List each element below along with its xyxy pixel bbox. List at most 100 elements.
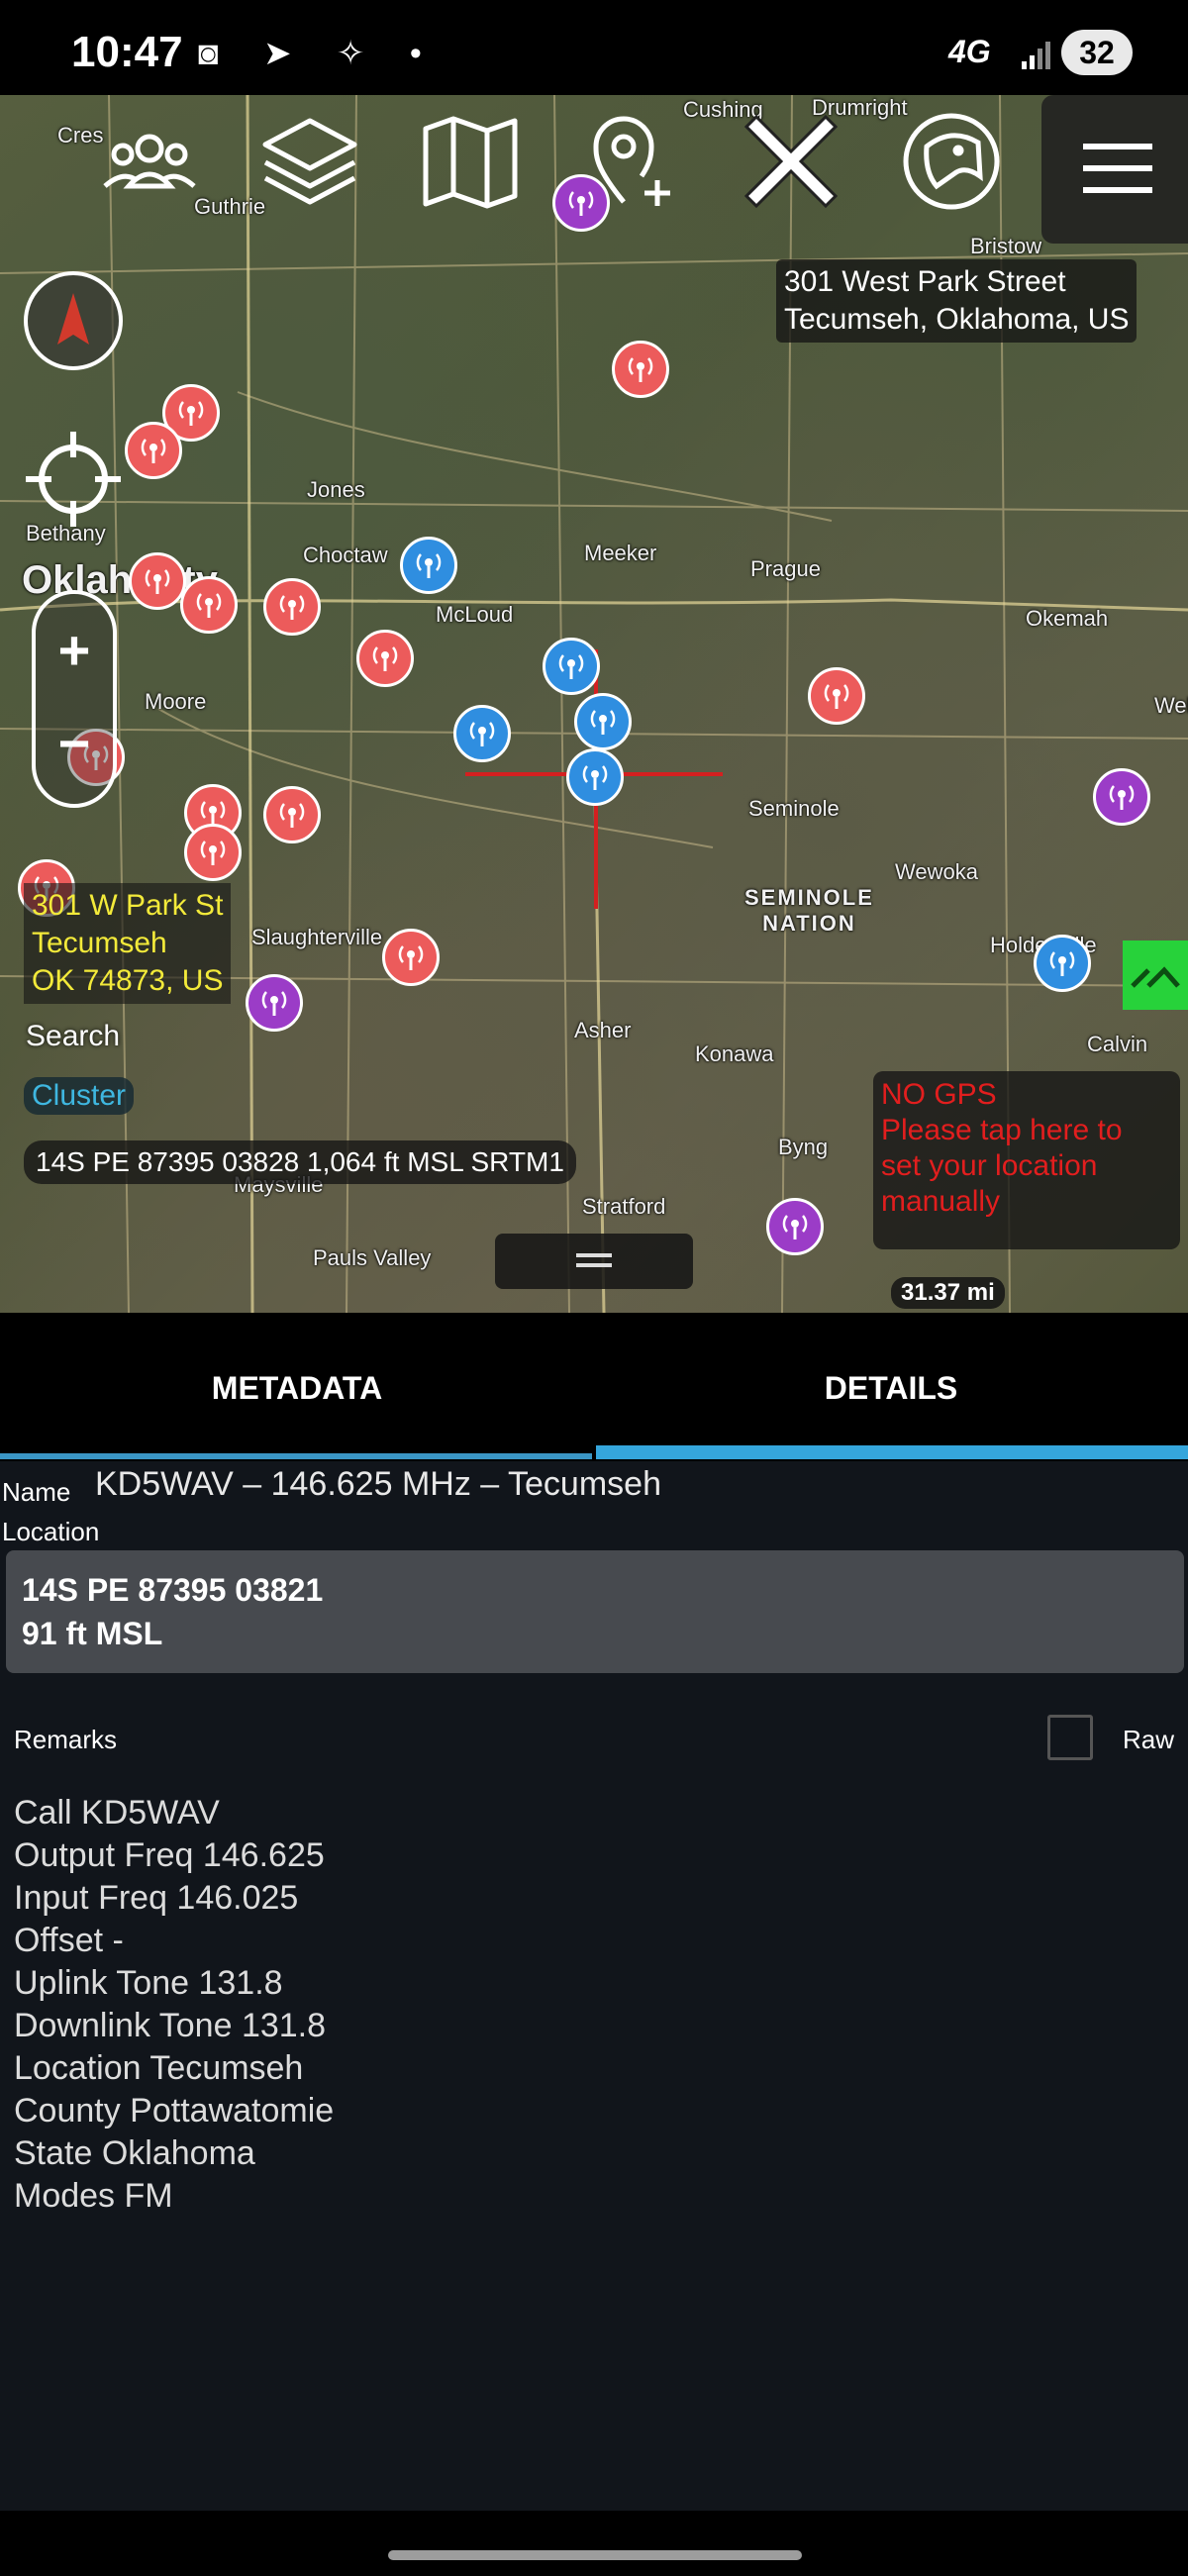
place-pauls-valley: Pauls Valley bbox=[313, 1245, 432, 1270]
place-asher: Asher bbox=[574, 1018, 632, 1042]
place-seminole: Seminole bbox=[748, 796, 840, 821]
no-gps-line: NO GPS bbox=[881, 1078, 997, 1111]
location-label: Location bbox=[2, 1517, 100, 1546]
repeater-pin[interactable] bbox=[382, 929, 440, 986]
zoom-control[interactable]: + − bbox=[32, 590, 117, 808]
address-line: 301 W Park St bbox=[32, 889, 224, 922]
location-elevation: 91 ft MSL bbox=[22, 1616, 163, 1651]
location-mgrs: 14S PE 87395 03821 bbox=[22, 1572, 324, 1608]
repeater-pin[interactable] bbox=[184, 824, 242, 881]
address-line: OK 74873, US bbox=[32, 964, 224, 997]
repeater-pin[interactable] bbox=[129, 552, 186, 610]
repeater-pin[interactable] bbox=[246, 974, 303, 1032]
tab-divider bbox=[0, 1453, 592, 1459]
place-slaughterville: Slaughterville bbox=[251, 925, 383, 949]
scale-bar: 31.37 mi bbox=[891, 1277, 1005, 1309]
remark-line: State Oklahoma bbox=[14, 2134, 255, 2172]
repeater-pin[interactable] bbox=[543, 638, 600, 695]
remark-line: Uplink Tone 131.8 bbox=[14, 1964, 283, 2002]
home-gesture-bar[interactable] bbox=[388, 2550, 802, 2560]
system-nav-bar bbox=[0, 2511, 1188, 2576]
no-gps-line: manually bbox=[881, 1185, 1001, 1218]
signal-icon bbox=[1022, 42, 1050, 69]
place-konawa: Konawa bbox=[695, 1041, 774, 1066]
remark-line: Location Tecumseh bbox=[14, 2049, 304, 2087]
repeater-pin[interactable] bbox=[574, 693, 632, 750]
repeater-pin[interactable] bbox=[808, 667, 865, 725]
close-icon[interactable] bbox=[737, 107, 845, 216]
place-prague: Prague bbox=[750, 556, 821, 581]
no-gps-line: Please tap here to bbox=[881, 1114, 1123, 1146]
place-meeker: Meeker bbox=[584, 541, 657, 565]
compass-icon bbox=[57, 293, 89, 345]
menu-icon[interactable] bbox=[1079, 131, 1156, 208]
layers-icon[interactable] bbox=[255, 107, 364, 216]
place-byng: Byng bbox=[778, 1135, 829, 1159]
repeater-pin[interactable] bbox=[612, 341, 669, 398]
battery-indicator: 32 bbox=[1061, 30, 1133, 75]
raw-checkbox[interactable] bbox=[1047, 1715, 1093, 1760]
handle-line bbox=[576, 1263, 612, 1267]
place-calvin: Calvin bbox=[1087, 1032, 1148, 1056]
repeater-pin[interactable] bbox=[356, 630, 414, 687]
remark-line: Call KD5WAV bbox=[14, 1794, 220, 1832]
place-mcloud: McLoud bbox=[436, 602, 514, 627]
team-icon[interactable] bbox=[95, 107, 204, 216]
place-jones: Jones bbox=[307, 477, 365, 502]
place-bristow: Bristow bbox=[970, 234, 1042, 258]
remark-line: County Pottawatomie bbox=[14, 2092, 335, 2130]
map-icon[interactable] bbox=[416, 107, 525, 216]
map-search-button[interactable]: Search bbox=[26, 1020, 120, 1053]
cluster-toggle[interactable]: Cluster bbox=[24, 1077, 135, 1115]
zoom-in-button[interactable]: + bbox=[36, 618, 113, 682]
status-time: 10:47 bbox=[71, 28, 183, 76]
place-wewoka: Wewoka bbox=[895, 859, 978, 884]
network-type: 4G bbox=[948, 34, 991, 69]
repeater-pin[interactable] bbox=[1034, 935, 1091, 992]
repeater-pin[interactable] bbox=[180, 576, 238, 634]
location-box[interactable]: 14S PE 87395 03821 91 ft MSL bbox=[6, 1550, 1184, 1673]
repeater-pin[interactable] bbox=[263, 578, 321, 636]
active-tab-indicator bbox=[596, 1445, 1188, 1459]
expand-side-button[interactable] bbox=[1123, 941, 1188, 1010]
tab-details[interactable]: DETAILS bbox=[594, 1313, 1188, 1461]
remark-line: Offset - bbox=[14, 1922, 124, 1959]
place-choctaw: Choctaw bbox=[303, 543, 388, 567]
no-gps-warning[interactable]: NO GPS Please tap here to set your locat… bbox=[873, 1071, 1180, 1249]
repeater-pin[interactable] bbox=[263, 786, 321, 843]
compass-button[interactable] bbox=[24, 271, 123, 370]
repeater-pin[interactable] bbox=[766, 1198, 824, 1255]
remark-line: Downlink Tone 131.8 bbox=[14, 2007, 327, 2044]
coordinate-readout: 14S PE 87395 03828 1,064 ft MSL SRTM1 bbox=[24, 1140, 576, 1184]
menu-panel[interactable] bbox=[1041, 95, 1188, 244]
remarks-label: Remarks bbox=[14, 1725, 118, 1754]
no-gps-line: set your location bbox=[881, 1149, 1098, 1182]
repeater-pin[interactable] bbox=[1093, 768, 1150, 826]
place-stratford: Stratford bbox=[582, 1194, 666, 1219]
detail-tabs: METADATA DETAILS bbox=[0, 1313, 1188, 1461]
repeater-pin[interactable] bbox=[453, 705, 511, 762]
selected-address-label: 301 W Park St Tecumseh OK 74873, US bbox=[24, 883, 232, 1004]
address-line: Tecumseh, Oklahoma, US bbox=[784, 303, 1130, 336]
drawer-handle[interactable] bbox=[495, 1234, 693, 1289]
name-label: Name bbox=[2, 1477, 71, 1507]
handle-line bbox=[576, 1253, 612, 1257]
place-moore: Moore bbox=[145, 689, 207, 714]
chevron-icon bbox=[1131, 966, 1180, 988]
dog-icon[interactable] bbox=[897, 107, 1006, 216]
tab-metadata[interactable]: METADATA bbox=[0, 1313, 594, 1461]
repeater-pin[interactable] bbox=[400, 537, 457, 594]
reverse-geocode-label: 301 West Park Street Tecumseh, Oklahoma,… bbox=[776, 259, 1138, 343]
repeater-pin[interactable] bbox=[125, 422, 182, 479]
remark-line: Input Freq 146.025 bbox=[14, 1879, 299, 1917]
name-value[interactable]: KD5WAV – 146.625 MHz – Tecumseh bbox=[95, 1465, 661, 1504]
repeater-pin-selected[interactable] bbox=[566, 748, 624, 806]
place-wel: Wel bbox=[1154, 693, 1188, 718]
locate-crosshair-icon[interactable] bbox=[22, 428, 125, 531]
address-line: Tecumseh bbox=[32, 927, 167, 959]
zoom-out-button[interactable]: − bbox=[36, 711, 113, 775]
address-line: 301 West Park Street bbox=[784, 265, 1066, 298]
place-seminole-nation: SEMINOLE NATION bbox=[744, 885, 874, 936]
remark-line: Modes FM bbox=[14, 2177, 173, 2215]
add-marker-icon[interactable] bbox=[576, 107, 685, 216]
